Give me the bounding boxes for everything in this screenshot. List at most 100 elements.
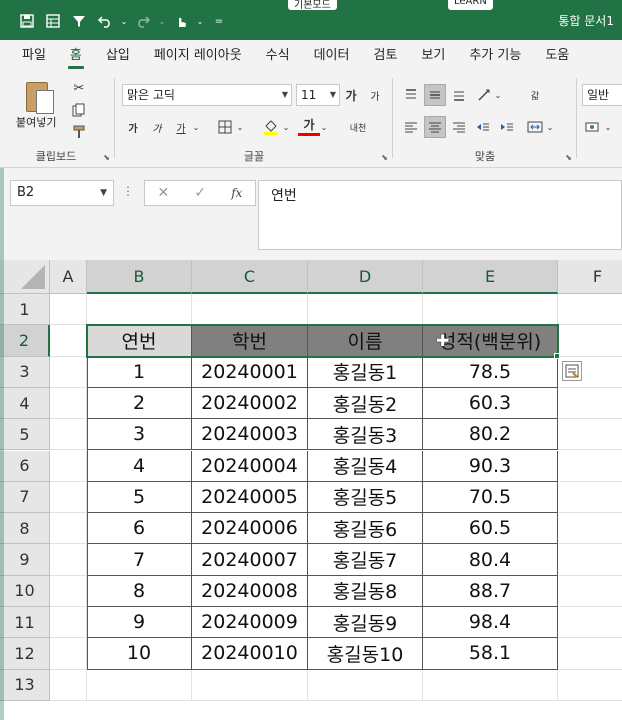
data-cell-b11[interactable]: 9 xyxy=(87,607,192,639)
wrap-text-button[interactable]: 갋 xyxy=(524,84,546,106)
data-cell-c8[interactable]: 20240006 xyxy=(192,513,308,545)
font-color-button[interactable]: 가 xyxy=(298,116,320,136)
data-cell-d7[interactable]: 홍길동5 xyxy=(308,481,423,514)
data-cell-b9[interactable]: 7 xyxy=(87,544,192,576)
cell-f1[interactable] xyxy=(558,294,622,326)
touch-mode-icon[interactable] xyxy=(168,10,194,32)
accounting-dropdown-icon[interactable]: ⌄ xyxy=(602,116,614,138)
cell-f9[interactable] xyxy=(558,544,622,576)
middle-align-icon[interactable] xyxy=(424,84,446,106)
tab-formulas[interactable]: 수식 xyxy=(254,40,302,72)
row-header-5[interactable]: 5 xyxy=(0,419,50,451)
shrink-font-button[interactable]: 가 xyxy=(364,84,386,106)
cell-c13[interactable] xyxy=(192,669,308,701)
cell-e1[interactable] xyxy=(423,294,558,326)
data-cell-c5[interactable]: 20240003 xyxy=(192,419,308,451)
chevron-down-icon[interactable]: ▼ xyxy=(100,181,107,205)
number-format-select[interactable]: 일반 xyxy=(582,84,622,106)
data-cell-e10[interactable]: 88.7 xyxy=(423,575,558,607)
cell-a11[interactable] xyxy=(50,607,87,639)
data-cell-b7[interactable]: 5 xyxy=(87,481,192,514)
cell-a4[interactable] xyxy=(50,387,87,420)
data-cell-b5[interactable]: 3 xyxy=(87,419,192,451)
header-cell-b2[interactable]: 연번 xyxy=(87,325,192,357)
tab-data[interactable]: 데이터 xyxy=(302,40,362,72)
italic-button[interactable]: 가 xyxy=(146,116,168,138)
merge-center-icon[interactable] xyxy=(524,116,546,138)
cell-a3[interactable] xyxy=(50,356,87,388)
cut-icon[interactable]: ✂ xyxy=(68,78,90,98)
cell-a10[interactable] xyxy=(50,575,87,607)
data-cell-c9[interactable]: 20240007 xyxy=(192,544,308,576)
cell-a9[interactable] xyxy=(50,544,87,576)
quick-analysis-icon[interactable] xyxy=(562,360,582,381)
merge-dropdown-icon[interactable]: ⌄ xyxy=(544,116,556,138)
row-header-8[interactable]: 8 xyxy=(0,513,50,545)
font-launcher-icon[interactable]: ⬊ xyxy=(381,153,388,162)
data-cell-b3[interactable]: 1 xyxy=(87,356,192,388)
data-cell-b12[interactable]: 10 xyxy=(87,638,192,670)
align-left-icon[interactable] xyxy=(400,116,422,138)
data-cell-e9[interactable]: 80.4 xyxy=(423,544,558,576)
cancel-icon[interactable]: ✕ xyxy=(158,185,170,201)
tab-home[interactable]: 홈 xyxy=(58,40,94,72)
cell-d13[interactable] xyxy=(308,669,423,701)
row-header-3[interactable]: 3 xyxy=(0,356,50,388)
fill-color-icon[interactable] xyxy=(260,116,282,138)
save-icon[interactable] xyxy=(14,10,40,32)
undo-icon[interactable] xyxy=(92,10,118,32)
data-cell-d12[interactable]: 홍길동10 xyxy=(308,638,423,670)
data-cell-c10[interactable]: 20240008 xyxy=(192,575,308,607)
column-header-f[interactable]: F xyxy=(558,260,622,294)
tab-view[interactable]: 보기 xyxy=(409,40,457,72)
data-cell-d10[interactable]: 홍길동8 xyxy=(308,575,423,607)
header-cell-c2[interactable]: 학번 xyxy=(192,325,308,357)
data-cell-e4[interactable]: 60.3 xyxy=(423,387,558,420)
data-cell-b8[interactable]: 6 xyxy=(87,513,192,545)
data-cell-c12[interactable]: 20240010 xyxy=(192,638,308,670)
more-options-icon[interactable]: ⋮ xyxy=(122,184,134,198)
touch-dropdown-icon[interactable]: ⌄ xyxy=(194,10,206,32)
borders-dropdown-icon[interactable]: ⌄ xyxy=(234,116,246,138)
data-cell-c4[interactable]: 20240002 xyxy=(192,387,308,420)
top-align-icon[interactable] xyxy=(400,84,422,106)
cell-f2[interactable] xyxy=(558,325,622,357)
cell-f5[interactable] xyxy=(558,419,622,451)
cell-a12[interactable] xyxy=(50,638,87,670)
data-cell-e5[interactable]: 80.2 xyxy=(423,419,558,451)
underline-dropdown-icon[interactable]: ⌄ xyxy=(190,116,202,138)
tab-insert[interactable]: 삽입 xyxy=(94,40,142,72)
cell-f10[interactable] xyxy=(558,576,622,607)
formula-input[interactable]: 연번 xyxy=(258,180,622,250)
copy-icon[interactable] xyxy=(68,100,90,120)
data-cell-e8[interactable]: 60.5 xyxy=(423,513,558,545)
data-cell-d9[interactable]: 홍길동7 xyxy=(308,544,423,576)
column-header-d[interactable]: D xyxy=(308,260,423,294)
data-cell-d11[interactable]: 홍길동9 xyxy=(308,607,423,639)
form-icon[interactable] xyxy=(40,10,66,32)
row-header-7[interactable]: 7 xyxy=(0,481,50,514)
align-center-icon[interactable] xyxy=(424,116,446,138)
row-header-9[interactable]: 9 xyxy=(0,544,50,576)
row-header-13[interactable]: 13 xyxy=(0,669,50,701)
cell-f12[interactable] xyxy=(558,638,622,670)
data-cell-c7[interactable]: 20240005 xyxy=(192,481,308,514)
underline-button[interactable]: 가 xyxy=(170,116,192,138)
data-cell-e3[interactable]: 78.5 xyxy=(423,356,558,388)
data-cell-d6[interactable]: 홍길동4 xyxy=(308,450,423,482)
cell-e13[interactable] xyxy=(423,669,558,701)
column-header-a[interactable]: A xyxy=(50,260,87,294)
grow-font-button[interactable]: 가 xyxy=(340,84,362,106)
cell-a8[interactable] xyxy=(50,513,87,545)
name-box[interactable]: B2 ▼ xyxy=(10,180,114,206)
bold-button[interactable]: 가 xyxy=(122,116,144,138)
header-cell-d2[interactable]: 이름 xyxy=(308,325,423,357)
tab-page-layout[interactable]: 페이지 레이아웃 xyxy=(142,40,254,72)
row-header-12[interactable]: 12 xyxy=(0,638,50,670)
column-header-e[interactable]: E xyxy=(423,260,558,294)
cell-a2[interactable] xyxy=(50,325,87,357)
cell-a5[interactable] xyxy=(50,419,87,451)
cell-f6[interactable] xyxy=(558,451,622,482)
enter-icon[interactable]: ✓ xyxy=(194,185,206,201)
cell-f7[interactable] xyxy=(558,482,622,514)
